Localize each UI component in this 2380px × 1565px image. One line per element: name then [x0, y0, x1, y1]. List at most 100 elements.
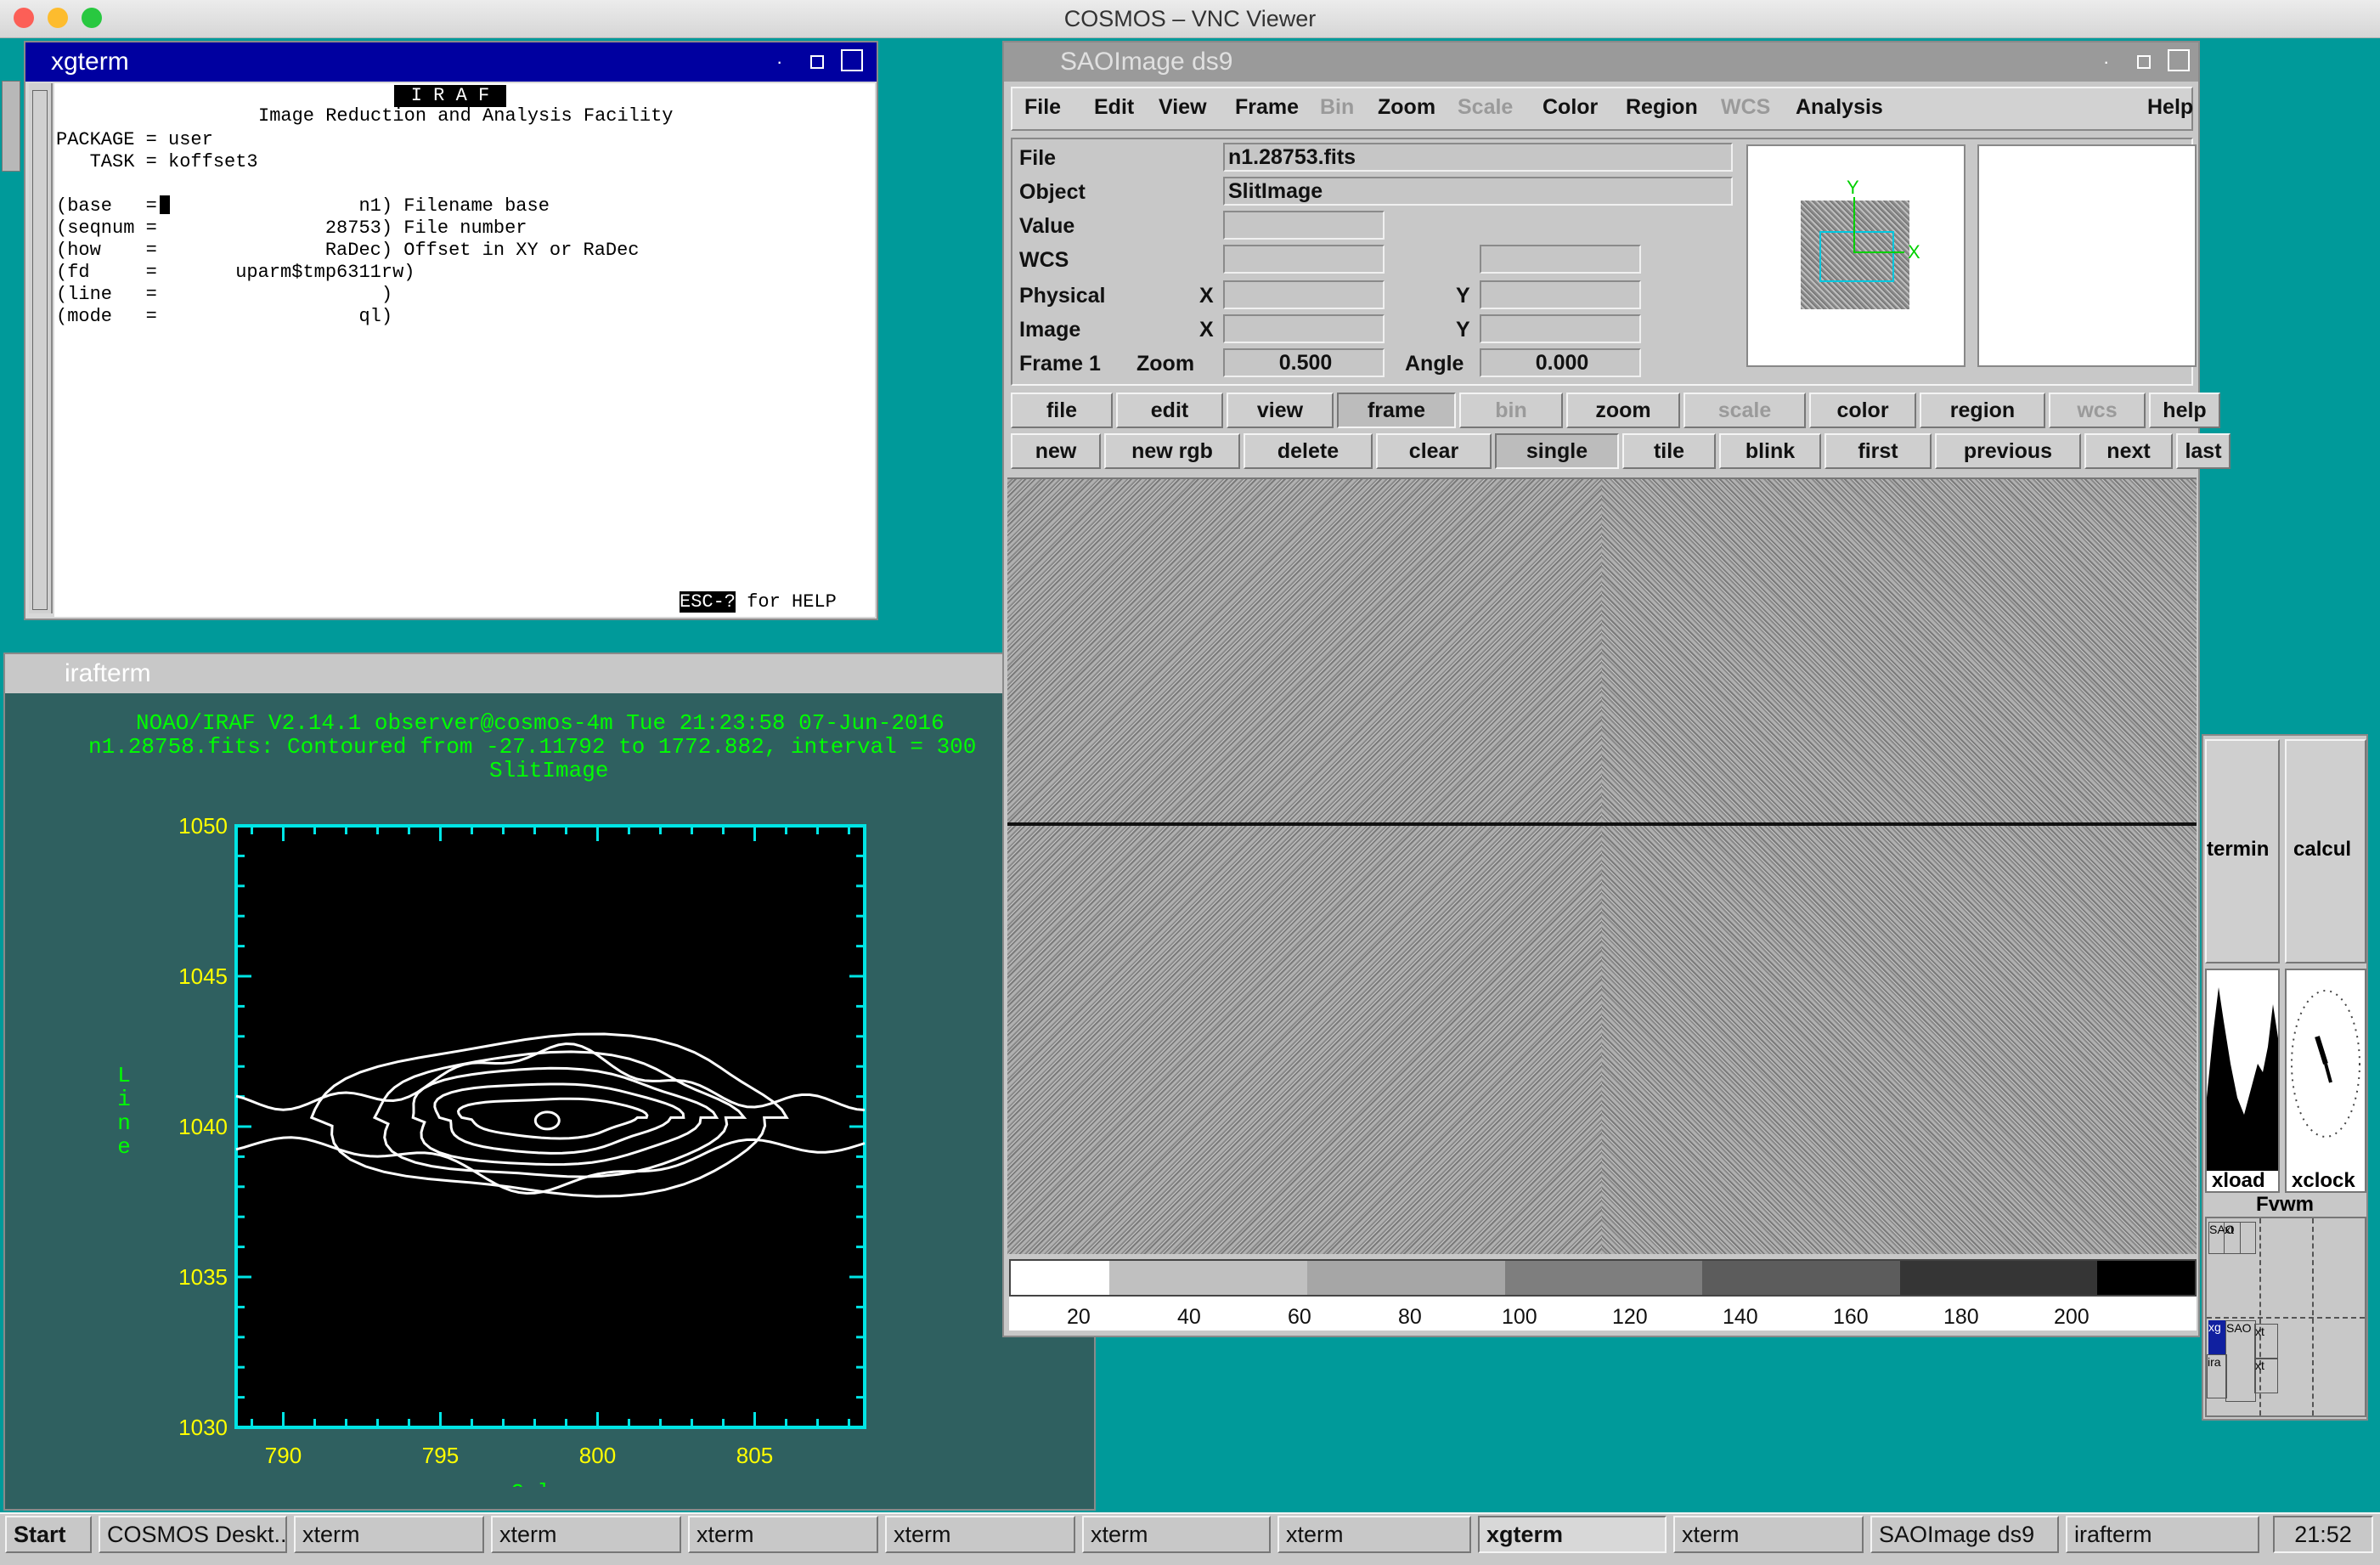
help-hint: ESC-? for HELP [680, 591, 837, 613]
button-wcs[interactable]: wcs [2049, 393, 2146, 428]
menu-bin[interactable]: Bin [1320, 88, 1354, 126]
taskbar-item-saoimage-ds9[interactable]: SAOImage ds9 [1870, 1516, 2059, 1553]
menu-region[interactable]: Region [1626, 88, 1698, 126]
pager-window[interactable]: xt [2254, 1324, 2278, 1359]
plot-area [234, 824, 866, 1429]
menu-help[interactable]: Help [2147, 88, 2193, 126]
value-field [1223, 211, 1385, 240]
button-zoom[interactable]: zoom [1566, 393, 1680, 428]
panner[interactable]: Y X [1746, 144, 1965, 367]
colorbar-tick-label: 40 [1177, 1305, 1201, 1329]
menu-zoom[interactable]: Zoom [1378, 88, 1435, 126]
pager-window[interactable]: xt [2254, 1358, 2278, 1393]
xgterm-titlebar[interactable]: xgterm · [25, 42, 877, 82]
button-single[interactable]: single [1495, 433, 1619, 469]
pager-window[interactable]: ira [2207, 1354, 2227, 1398]
button-edit[interactable]: edit [1116, 393, 1223, 428]
start-button[interactable]: Start [5, 1516, 92, 1553]
taskbar-item-irafterm[interactable]: irafterm [2066, 1516, 2259, 1553]
xgterm-title: xgterm [51, 48, 129, 76]
button-frame[interactable]: frame [1337, 393, 1456, 428]
xclock-widget: xclock [2285, 969, 2366, 1193]
panner-view-box[interactable] [1819, 231, 1894, 282]
taskbar-item-xterm[interactable]: xterm [1673, 1516, 1864, 1553]
button-scale[interactable]: scale [1683, 393, 1806, 428]
menu-edit[interactable]: Edit [1094, 88, 1134, 126]
taskbar-item-xterm[interactable]: xterm [1082, 1516, 1271, 1553]
param-line: (line = ) [56, 284, 393, 305]
button-next[interactable]: next [2084, 433, 2173, 469]
ds9-titlebar[interactable]: SAOImage ds9 · [1004, 42, 2198, 82]
button-help[interactable]: help [2149, 393, 2220, 428]
taskbar-item-xterm[interactable]: xterm [1277, 1516, 1471, 1553]
menu-frame[interactable]: Frame [1235, 88, 1299, 126]
button-first[interactable]: first [1824, 433, 1932, 469]
iconify-icon[interactable] [810, 55, 824, 69]
button-delete[interactable]: delete [1244, 433, 1373, 469]
menu-dot-icon[interactable]: · [776, 42, 782, 82]
taskbar-item-xterm[interactable]: xterm [294, 1516, 484, 1553]
magnifier [1977, 144, 2197, 367]
taskbar-item-cosmos-deskt[interactable]: COSMOS Deskt... [99, 1516, 287, 1553]
image-label: Image [1019, 318, 1081, 342]
pager-window[interactable]: xt [2224, 1222, 2256, 1254]
menu-view[interactable]: View [1159, 88, 1207, 126]
pager-window[interactable]: SAO [2225, 1320, 2256, 1402]
calcul-button[interactable]: calcul [2285, 739, 2366, 963]
taskbar-item-xterm[interactable]: xterm [491, 1516, 681, 1553]
y-axis-label-letter: n [117, 1110, 131, 1136]
button-blink[interactable]: blink [1719, 433, 1821, 469]
iconify-icon[interactable] [2137, 55, 2151, 69]
xload-widget: xload [2205, 969, 2280, 1193]
maximize-icon[interactable] [841, 49, 863, 71]
colorbar-tick-label: 60 [1288, 1305, 1311, 1329]
taskbar-item-xterm[interactable]: xterm [688, 1516, 878, 1553]
param-line: (seqnum = 28753) File number [56, 218, 527, 239]
button-previous[interactable]: previous [1935, 433, 2081, 469]
y-axis-label-letter: i [117, 1087, 131, 1112]
button-region[interactable]: region [1920, 393, 2045, 428]
left-edge-handle[interactable] [2, 81, 20, 172]
iraf-banner: I R A F [394, 85, 506, 107]
irafterm-header2: n1.28758.fits: Contoured from -27.11792 … [88, 734, 977, 760]
button-view[interactable]: view [1227, 393, 1334, 428]
button-new-rgb[interactable]: new rgb [1104, 433, 1240, 469]
panner-x-label: X [1908, 241, 1920, 263]
taskbar-item-xgterm[interactable]: xgterm [1478, 1516, 1667, 1553]
scrollbar-thumb[interactable] [32, 90, 48, 610]
taskbar-clock: 21:52 [2273, 1516, 2373, 1553]
irafterm-titlebar[interactable]: irafterm [5, 654, 1094, 693]
button-color[interactable]: color [1809, 393, 1916, 428]
menu-scale[interactable]: Scale [1458, 88, 1513, 126]
pager-window[interactable]: xg [2208, 1320, 2225, 1354]
termin-button[interactable]: termin [2205, 739, 2280, 963]
button-clear[interactable]: clear [1376, 433, 1492, 469]
menu-dot-icon[interactable]: · [2103, 42, 2109, 82]
panner-x-axis [1853, 251, 1904, 253]
vnc-window-title: COSMOS – VNC Viewer [1063, 6, 1317, 31]
menu-analysis[interactable]: Analysis [1796, 88, 1883, 126]
ds9-image-frame[interactable] [1007, 477, 2197, 1254]
menu-color[interactable]: Color [1542, 88, 1598, 126]
button-tile[interactable]: tile [1622, 433, 1716, 469]
button-new[interactable]: new [1011, 433, 1101, 469]
noise-texture-a [1007, 479, 1602, 1254]
maximize-icon[interactable] [2168, 49, 2190, 71]
button-bin[interactable]: bin [1459, 393, 1563, 428]
image-y-field [1480, 314, 1641, 343]
x-tick-label: 805 [736, 1443, 773, 1468]
panner-y-axis [1853, 197, 1855, 253]
taskbar-item-xterm[interactable]: xterm [885, 1516, 1075, 1553]
ds9-colorbar[interactable] [1009, 1259, 2197, 1297]
button-last[interactable]: last [2176, 433, 2231, 469]
menu-wcs[interactable]: WCS [1721, 88, 1770, 126]
button-file[interactable]: file [1011, 393, 1113, 428]
menu-file[interactable]: File [1024, 88, 1061, 126]
image-x-label: X [1199, 318, 1214, 342]
slit-line [1007, 822, 2197, 826]
pager-title: Fvwm [2255, 1193, 2314, 1216]
file-label: File [1019, 146, 1057, 170]
image-y-label: Y [1456, 318, 1470, 342]
fvwm-pager[interactable]: SAO xt xg SAO xt xt ira [2205, 1217, 2366, 1417]
colorbar-tick-label: 180 [1943, 1305, 1979, 1329]
